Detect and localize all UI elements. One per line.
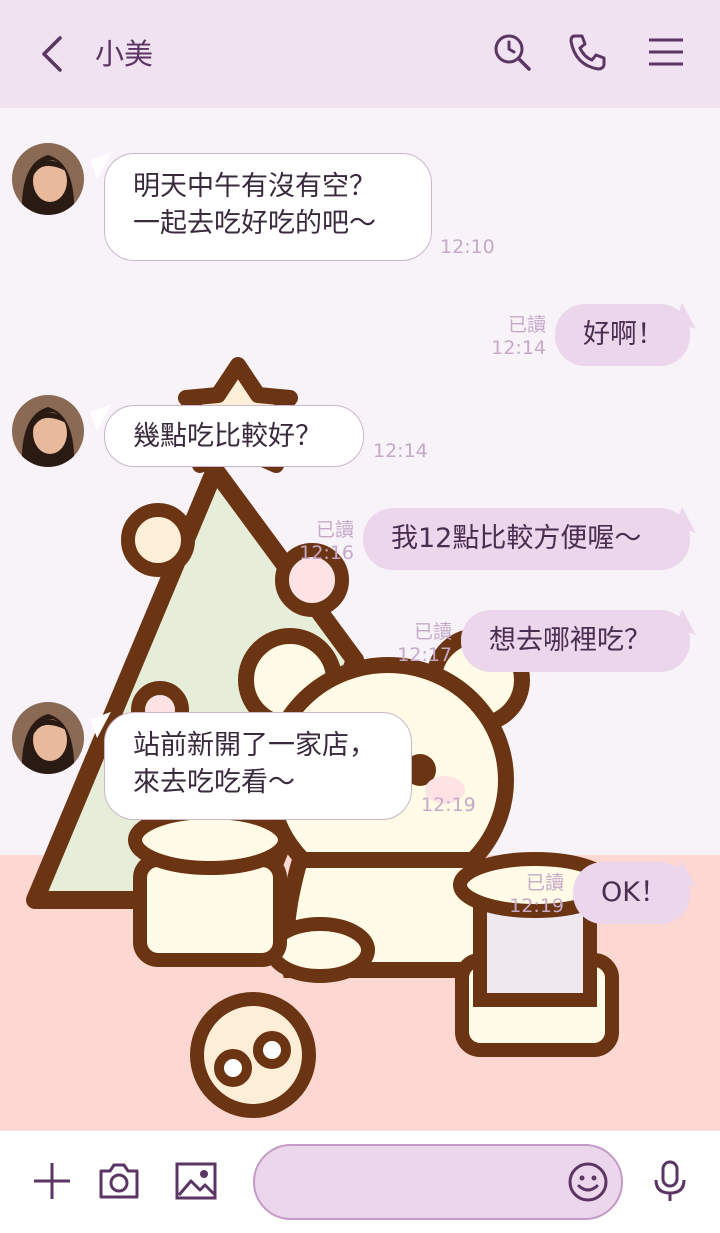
message-time: 12:14 [373, 440, 428, 462]
emoji-icon[interactable] [567, 1161, 609, 1203]
microphone-icon[interactable] [648, 1159, 692, 1203]
avatar[interactable] [12, 702, 84, 774]
read-receipt: 已讀 [507, 314, 546, 336]
plus-icon[interactable] [30, 1159, 74, 1203]
message-time: 12:10 [440, 236, 495, 258]
message-bubble-incoming[interactable]: 幾點吃比較好？ [104, 405, 364, 467]
read-receipt: 已讀 [315, 519, 354, 541]
message-time: 12:17 [397, 644, 452, 666]
message-bubble-outgoing[interactable]: 想去哪裡吃？ [461, 610, 690, 672]
avatar[interactable] [12, 143, 84, 215]
camera-icon[interactable] [97, 1159, 141, 1203]
message-bubble-incoming[interactable]: 站前新開了一家店， 來去吃吃看～ [104, 712, 412, 820]
chevron-left-icon[interactable] [36, 34, 68, 74]
message-time: 12:19 [509, 895, 564, 917]
read-receipt: 已讀 [413, 621, 452, 643]
message-bubble-outgoing[interactable]: 好啊！ [555, 304, 690, 366]
image-icon[interactable] [174, 1159, 218, 1203]
chat-header: 小美 [0, 0, 720, 108]
menu-icon[interactable] [646, 32, 686, 72]
message-bubble-outgoing[interactable]: 我12點比較方便喔～ [363, 508, 690, 570]
message-bubble-incoming[interactable]: 明天中午有沒有空？ 一起去吃好吃的吧～ [104, 153, 432, 261]
message-input[interactable] [253, 1144, 623, 1220]
message-time: 12:19 [421, 794, 476, 816]
avatar-photo [12, 395, 84, 467]
avatar-photo [12, 143, 84, 215]
read-receipt: 已讀 [525, 872, 564, 894]
search-history-icon[interactable] [492, 32, 532, 72]
message-input-bar [0, 1130, 720, 1233]
avatar-photo [12, 702, 84, 774]
phone-icon[interactable] [567, 32, 607, 72]
message-time: 12:14 [491, 337, 546, 359]
avatar[interactable] [12, 395, 84, 467]
chat-title: 小美 [95, 37, 154, 71]
message-time: 12:16 [299, 542, 354, 564]
message-bubble-outgoing[interactable]: OK！ [573, 862, 690, 924]
